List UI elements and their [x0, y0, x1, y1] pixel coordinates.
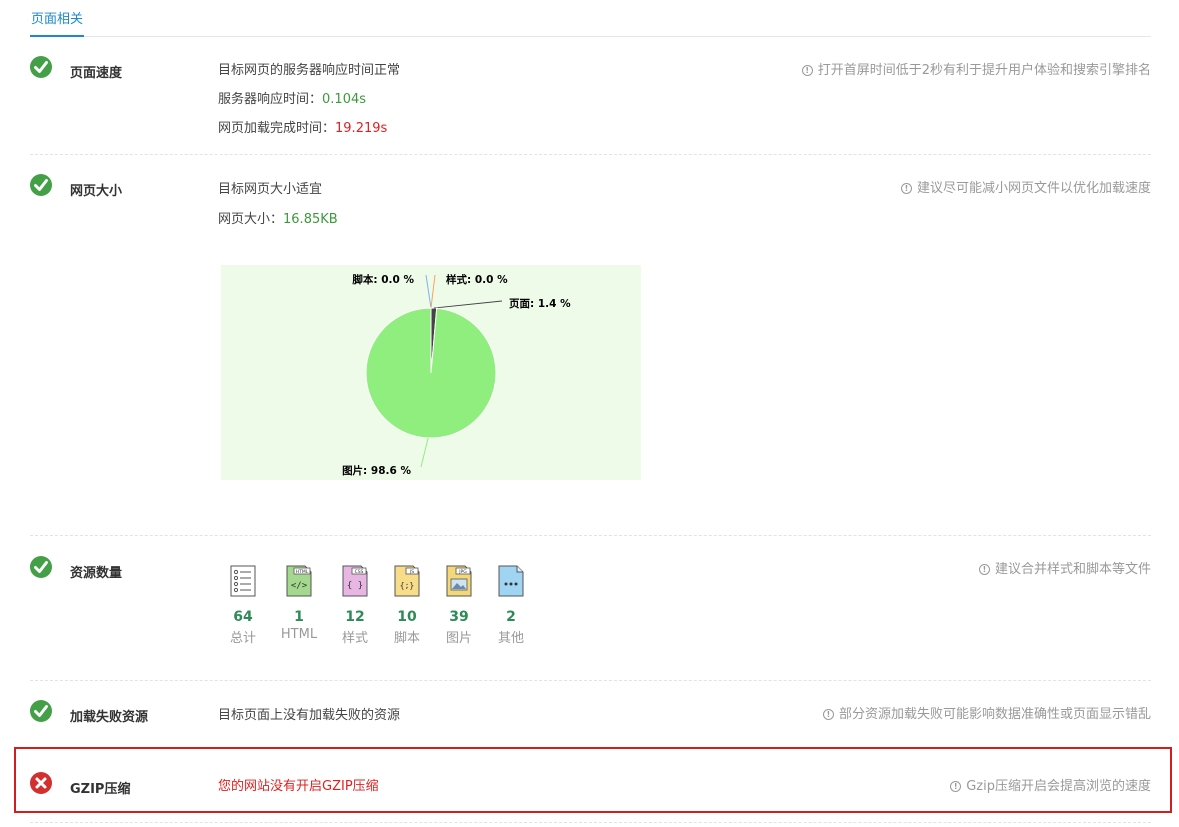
- list-doc-icon: [230, 565, 256, 597]
- pie-label-页面: 页面: 1.4 %: [509, 298, 571, 310]
- page-size-value: 16.85KB: [283, 212, 338, 227]
- svg-text:{ }: { }: [347, 581, 363, 591]
- divider: [30, 822, 1151, 823]
- jpg-file-icon: JPG: [446, 565, 472, 597]
- resource-label: HTML: [280, 627, 318, 642]
- pie-connector-脚本: [425, 274, 432, 309]
- resource-label: 样式: [341, 631, 368, 646]
- info-icon: !: [978, 564, 990, 575]
- info-icon: !: [822, 709, 834, 720]
- other-file-icon: [498, 565, 524, 597]
- gzip-tip: ! Gzip压缩开启会提高浏览的速度: [950, 775, 1151, 794]
- svg-text:JS: JS: [409, 569, 414, 575]
- speed-tip: ! 打开首屏时间低于2秒有利于提升用户体验和搜索引擎排名: [801, 59, 1151, 78]
- divider: [30, 535, 1151, 536]
- resource-count: 64: [233, 609, 253, 625]
- page-size-pie-chart: 脚本: 0.0 % 样式: 0.0 % 页面: 1.4 % 图片: 98.6 %: [221, 265, 641, 480]
- pie-label-脚本: 脚本: 0.0 %: [352, 273, 414, 286]
- resources-tip-text: 建议合并样式和脚本等文件: [994, 562, 1151, 577]
- error-icon: [30, 772, 52, 794]
- resource-css: CSS { } 12 样式: [329, 565, 381, 646]
- resource-count: 39: [449, 609, 469, 625]
- check-icon: [30, 174, 52, 196]
- page-size-section: 网页大小 目标网页大小适宜 网页大小：16.85KB ! 建议尽可能减小网页文件以…: [30, 174, 1151, 234]
- html-file-icon: HTML </>: [286, 565, 312, 597]
- pie-connector-页面: [433, 300, 503, 309]
- tab-bar: 页面相关: [30, 0, 1151, 37]
- resource-html: HTML </> 1 HTML: [273, 565, 325, 642]
- server-response-label: 服务器响应时间：: [218, 92, 323, 107]
- resource-count: 2: [506, 609, 516, 625]
- resource-other: 2 其他: [485, 565, 537, 646]
- divider: [30, 154, 1151, 155]
- page-load-value: 19.219s: [335, 121, 388, 136]
- speed-tip-text: 打开首屏时间低于2秒有利于提升用户体验和搜索引擎排名: [817, 63, 1151, 78]
- resource-count-section: 资源数量 ! 建议合并样式和脚本等文件: [30, 556, 1151, 666]
- info-icon: !: [900, 183, 912, 194]
- resource-total: 64 总计: [217, 565, 269, 646]
- server-response-value: 0.104s: [322, 92, 367, 107]
- server-response-line: 服务器响应时间：0.104s: [218, 88, 366, 107]
- failed-resources-section: 加载失败资源 目标页面上没有加载失败的资源 ! 部分资源加载失败可能影响数据准确性…: [30, 700, 1151, 730]
- speed-summary: 目标网页的服务器响应时间正常: [218, 63, 401, 78]
- page-load-line: 网页加载完成时间：19.219s: [218, 117, 387, 136]
- page-load-label: 网页加载完成时间：: [218, 121, 336, 136]
- svg-text:HTML: HTML: [296, 569, 309, 575]
- resource-count: 10: [397, 609, 417, 625]
- failed-tip-text: 部分资源加载失败可能影响数据准确性或页面显示错乱: [838, 707, 1151, 722]
- size-tip-text: 建议尽可能减小网页文件以优化加载速度: [916, 181, 1151, 196]
- section-title: 网页大小: [70, 184, 123, 199]
- failed-tip: ! 部分资源加载失败可能影响数据准确性或页面显示错乱: [822, 703, 1151, 722]
- page-speed-section: 页面速度 目标网页的服务器响应时间正常 服务器响应时间：0.104s 网页加载完…: [30, 56, 1151, 146]
- size-summary: 目标网页大小适宜: [218, 182, 323, 197]
- section-title: GZIP压缩: [70, 782, 131, 797]
- page-size-line: 网页大小：16.85KB: [218, 208, 338, 227]
- resource-js: JS {;} 10 脚本: [381, 565, 433, 646]
- info-icon: !: [950, 781, 962, 792]
- tab-page-related[interactable]: 页面相关: [30, 10, 85, 37]
- svg-text:{;}: {;}: [400, 581, 414, 590]
- gzip-summary: 您的网站没有开启GZIP压缩: [218, 779, 379, 794]
- pie-svg: 脚本: 0.0 % 样式: 0.0 %页面: 1.4 % 图片: 98.6 %: [342, 273, 571, 477]
- section-title: 资源数量: [70, 566, 123, 581]
- page-size-label: 网页大小：: [218, 212, 284, 227]
- resource-label: 总计: [229, 631, 256, 646]
- gzip-tip-text: Gzip压缩开启会提高浏览的速度: [966, 779, 1151, 794]
- resources-tip: ! 建议合并样式和脚本等文件: [978, 558, 1151, 577]
- svg-text:</>: </>: [291, 581, 308, 591]
- resource-count: 1: [294, 609, 304, 625]
- gzip-section: GZIP压缩 您的网站没有开启GZIP压缩 ! Gzip压缩开启会提高浏览的速度: [30, 772, 1151, 802]
- js-file-icon: JS {;}: [394, 565, 420, 597]
- resource-label: 其他: [497, 631, 524, 646]
- check-icon: [30, 700, 52, 722]
- failed-summary: 目标页面上没有加载失败的资源: [218, 708, 401, 723]
- svg-text:JPG: JPG: [458, 569, 467, 575]
- info-icon: !: [801, 65, 813, 76]
- divider: [30, 680, 1151, 681]
- section-title: 页面速度: [70, 66, 123, 81]
- resource-image: JPG 39 图片: [433, 565, 485, 646]
- svg-text:CSS: CSS: [355, 569, 364, 575]
- pie-connector-图片: [420, 437, 429, 468]
- css-file-icon: CSS { }: [342, 565, 368, 597]
- check-icon: [30, 556, 52, 578]
- pie-slice-图片[interactable]: [365, 307, 497, 439]
- pie-label-图片: 图片: 98.6 %: [342, 464, 411, 477]
- section-title: 加载失败资源: [70, 710, 149, 725]
- resource-count: 12: [345, 609, 365, 625]
- pie-connector-样式: [430, 274, 436, 309]
- check-icon: [30, 56, 52, 78]
- resource-label: 脚本: [393, 631, 420, 646]
- resource-label: 图片: [445, 631, 472, 646]
- pie-label-样式: 样式: 0.0 %: [446, 273, 508, 286]
- size-tip: ! 建议尽可能减小网页文件以优化加载速度: [900, 177, 1151, 196]
